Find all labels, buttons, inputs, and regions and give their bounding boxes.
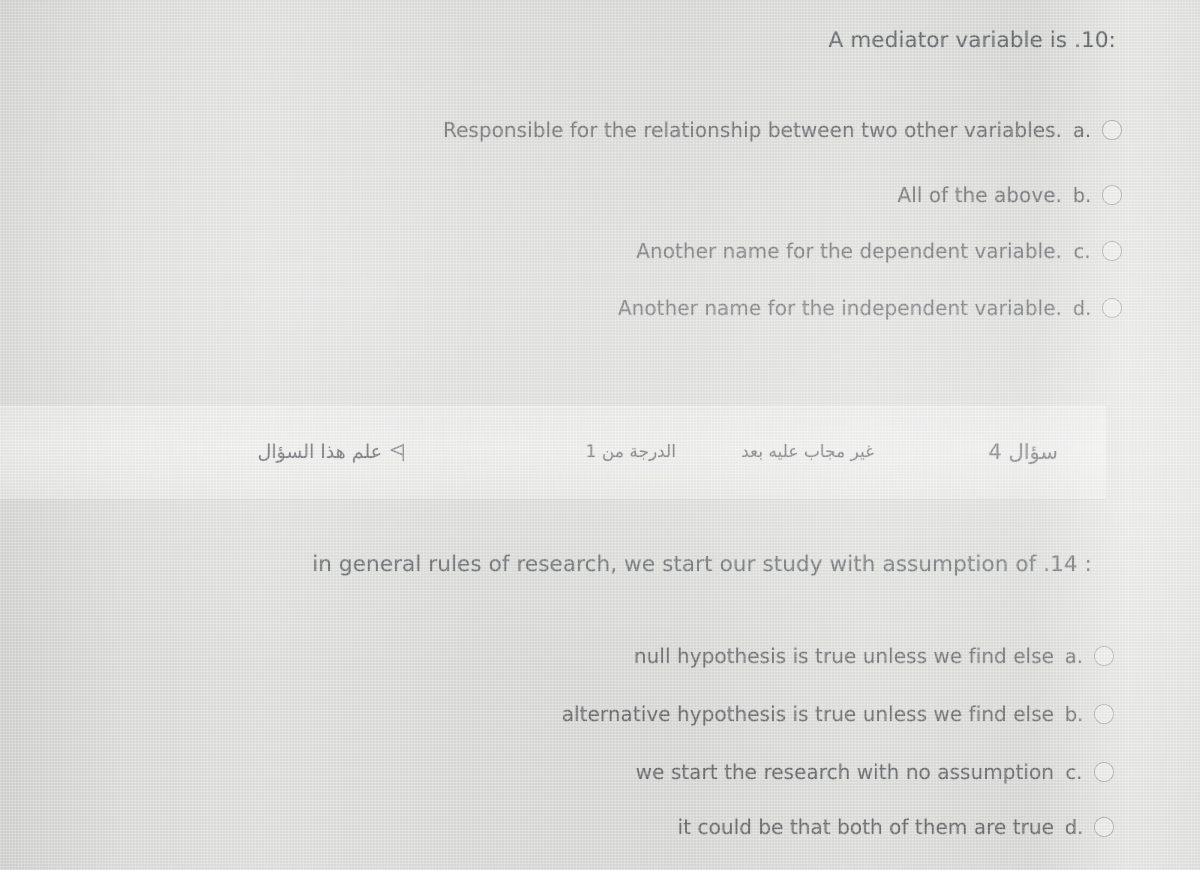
question-stem-10: :A mediator variable is .10 <box>828 28 1116 53</box>
answer-option-14-b[interactable]: .b alternative hypothesis is true unless… <box>562 699 1114 729</box>
answer-key-14-d: .d <box>1064 815 1084 839</box>
answer-text-14-c: we start the research with no assumption <box>635 760 1054 784</box>
answer-option-10-c[interactable]: .c .Another name for the dependent varia… <box>636 236 1122 266</box>
answer-key-10-d: .d <box>1072 296 1092 320</box>
answer-option-14-a[interactable]: .a null hypothesis is true unless we fin… <box>634 641 1114 671</box>
answer-text-10-b: .All of the above <box>897 183 1062 207</box>
answer-text-14-d: it could be that both of them are true <box>677 815 1054 839</box>
answer-key-10-c: .c <box>1073 239 1091 263</box>
radio-10-a[interactable] <box>1102 120 1122 140</box>
answer-key-14-c: .c <box>1065 760 1083 784</box>
answer-key-10-b: .b <box>1072 183 1092 207</box>
radio-10-d[interactable] <box>1102 298 1122 318</box>
quiz-page: :A mediator variable is .10 .a .Responsi… <box>0 0 1200 870</box>
answer-text-10-c: .Another name for the dependent variable <box>636 239 1062 263</box>
answer-text-10-a: .Responsible for the relationship betwee… <box>443 118 1062 142</box>
answer-key-14-b: .b <box>1064 702 1084 726</box>
question-number-label: سؤال 4 <box>988 440 1058 464</box>
radio-14-c[interactable] <box>1094 762 1114 782</box>
answer-text-14-a: null hypothesis is true unless we find e… <box>633 644 1054 668</box>
radio-10-b[interactable] <box>1102 185 1122 205</box>
question-info-bar-inner: سؤال 4 غير مجاب عليه بعد الدرجة من 1 علم… <box>0 407 1106 499</box>
radio-14-d[interactable] <box>1094 817 1114 837</box>
flag-question-button[interactable]: علم هذا السؤال <box>257 441 406 463</box>
answer-option-10-b[interactable]: .b .All of the above <box>897 180 1122 210</box>
radio-10-c[interactable] <box>1102 241 1122 261</box>
question-info-bar: سؤال 4 غير مجاب عليه بعد الدرجة من 1 علم… <box>0 406 1106 500</box>
question-stem-14: : in general rules of research, we start… <box>312 552 1092 577</box>
flag-icon <box>389 442 406 462</box>
question-state-label: غير مجاب عليه بعد <box>741 442 874 462</box>
answer-option-10-d[interactable]: .d .Another name for the independent var… <box>618 293 1122 323</box>
answer-option-14-d[interactable]: .d it could be that both of them are tru… <box>678 812 1114 842</box>
answer-option-10-a[interactable]: .a .Responsible for the relationship bet… <box>443 115 1122 145</box>
answer-text-14-b: alternative hypothesis is true unless we… <box>561 702 1054 726</box>
radio-14-b[interactable] <box>1094 704 1114 724</box>
answer-key-14-a: .a <box>1064 644 1084 668</box>
question-grade-label: الدرجة من 1 <box>585 442 676 462</box>
answer-option-14-c[interactable]: .c we start the research with no assumpt… <box>636 757 1114 787</box>
answer-text-10-d: .Another name for the independent variab… <box>617 296 1062 320</box>
flag-question-label: علم هذا السؤال <box>257 441 382 463</box>
radio-14-a[interactable] <box>1094 646 1114 666</box>
answer-key-10-a: .a <box>1072 118 1092 142</box>
